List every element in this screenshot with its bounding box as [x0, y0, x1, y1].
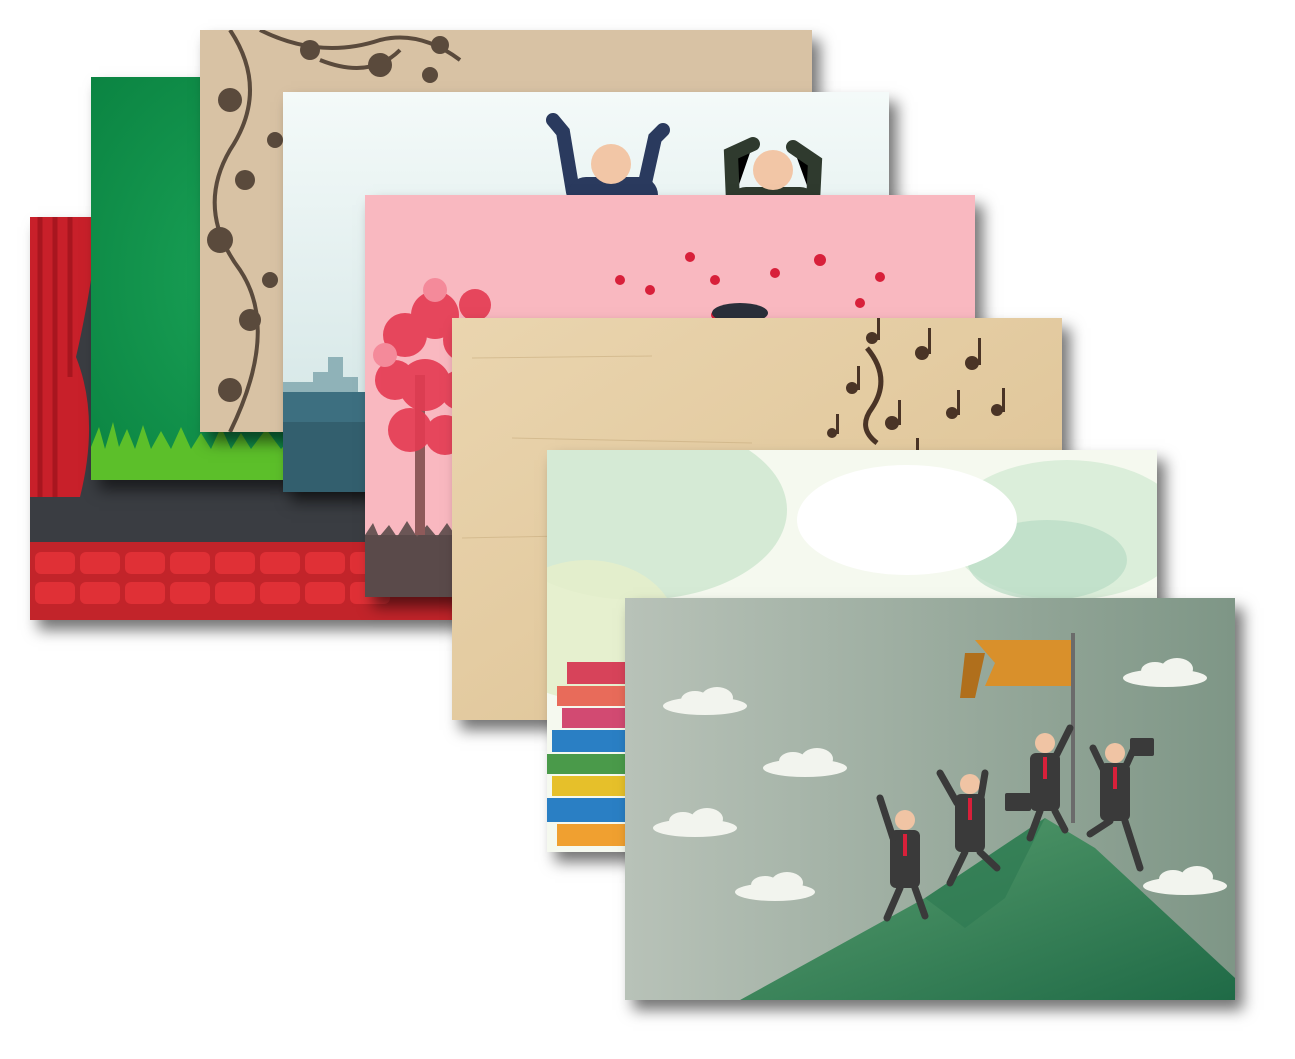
book-stack [547, 662, 627, 846]
template-card-mountain-summit[interactable] [625, 598, 1235, 1000]
mountain-summit-illustration [625, 598, 1235, 1000]
